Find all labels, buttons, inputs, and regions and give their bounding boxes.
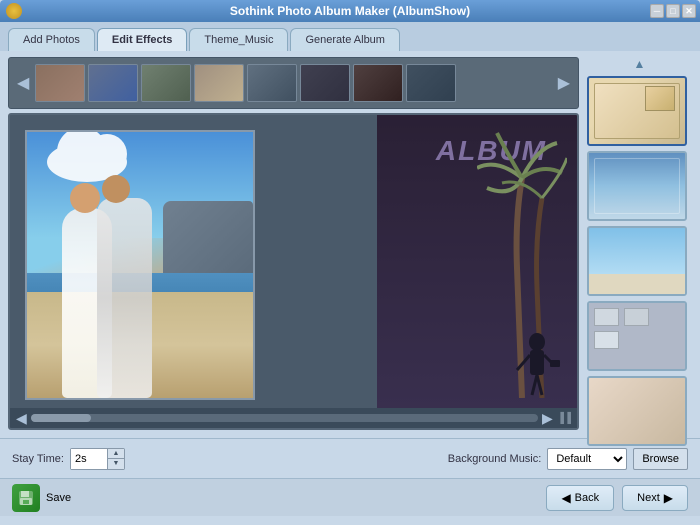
nav-indicator: ▐▐	[557, 413, 571, 424]
right-scroll-up[interactable]: ▲	[587, 57, 692, 71]
scrollbar-thumb	[31, 414, 91, 422]
center-panel: ◀ ▶	[8, 57, 579, 430]
filmstrip-next-arrow[interactable]: ▶	[554, 71, 574, 95]
next-button[interactable]: Next ▶	[622, 485, 688, 511]
thumbnail-5[interactable]	[247, 64, 297, 102]
stay-time-group: Stay Time: ▲ ▼	[12, 448, 125, 470]
right-panel: ▲	[587, 57, 692, 430]
preview-nav: ◀ ▶ ▐▐	[10, 408, 577, 428]
theme-thumb-3[interactable]	[587, 226, 687, 296]
back-button[interactable]: ◀ Back	[546, 485, 614, 511]
theme-thumb-5[interactable]	[587, 376, 687, 446]
window-title: Sothink Photo Album Maker (AlbumShow)	[230, 4, 470, 18]
tab-theme-music[interactable]: Theme_Music	[189, 28, 288, 51]
preview-container: ALBUM	[8, 113, 579, 430]
thumbnail-8[interactable]	[406, 64, 456, 102]
thumbnail-3[interactable]	[141, 64, 191, 102]
spinbox-arrows: ▲ ▼	[107, 449, 124, 469]
window-controls: ─ □ ✕	[650, 4, 696, 18]
browse-button[interactable]: Browse	[633, 448, 688, 470]
filmstrip-inner	[35, 64, 551, 102]
tab-add-photos[interactable]: Add Photos	[8, 28, 95, 51]
main-area: ◀ ▶	[0, 51, 700, 438]
theme-background: ALBUM	[377, 115, 577, 428]
save-icon	[12, 484, 40, 512]
preview-next-arrow[interactable]: ▶	[542, 410, 553, 427]
next-label: Next	[637, 492, 660, 504]
stay-time-spinbox[interactable]: ▲ ▼	[70, 448, 125, 470]
save-group[interactable]: Save	[12, 484, 71, 512]
filmstrip: ◀ ▶	[8, 57, 579, 109]
thumbnail-2[interactable]	[88, 64, 138, 102]
close-button[interactable]: ✕	[682, 4, 696, 18]
footer-nav: ◀ Back Next ▶	[546, 485, 688, 511]
thumbnail-4[interactable]	[194, 64, 244, 102]
filmstrip-prev-arrow[interactable]: ◀	[13, 71, 33, 95]
thumbnail-1[interactable]	[35, 64, 85, 102]
stay-time-label: Stay Time:	[12, 453, 64, 465]
tabs-bar: Add Photos Edit Effects Theme_Music Gene…	[0, 22, 700, 51]
bg-music-group: Background Music: Default Browse	[448, 448, 688, 470]
theme-thumb-2[interactable]	[587, 151, 687, 221]
tab-edit-effects[interactable]: Edit Effects	[97, 28, 188, 51]
preview-prev-arrow[interactable]: ◀	[16, 410, 27, 427]
bg-music-label: Background Music:	[448, 453, 542, 465]
scrollbar-track[interactable]	[31, 414, 538, 422]
title-bar: Sothink Photo Album Maker (AlbumShow) ─ …	[0, 0, 700, 22]
tab-generate-album[interactable]: Generate Album	[290, 28, 400, 51]
photographer-silhouette	[512, 330, 562, 403]
maximize-button[interactable]: □	[666, 4, 680, 18]
spinbox-down-button[interactable]: ▼	[108, 458, 124, 468]
preview-photo	[25, 130, 255, 400]
next-arrow-icon: ▶	[664, 491, 673, 505]
spinbox-up-button[interactable]: ▲	[108, 449, 124, 459]
thumbnail-7[interactable]	[353, 64, 403, 102]
back-arrow-icon: ◀	[561, 491, 570, 505]
stay-time-input[interactable]	[71, 449, 107, 469]
back-label: Back	[575, 492, 599, 504]
save-label: Save	[46, 492, 71, 504]
footer-bar: Save ◀ Back Next ▶	[0, 478, 700, 516]
app-icon	[6, 3, 22, 19]
theme-thumb-4[interactable]	[587, 301, 687, 371]
thumbnail-6[interactable]	[300, 64, 350, 102]
theme-thumb-1[interactable]	[587, 76, 687, 146]
minimize-button[interactable]: ─	[650, 4, 664, 18]
music-select[interactable]: Default	[547, 448, 627, 470]
